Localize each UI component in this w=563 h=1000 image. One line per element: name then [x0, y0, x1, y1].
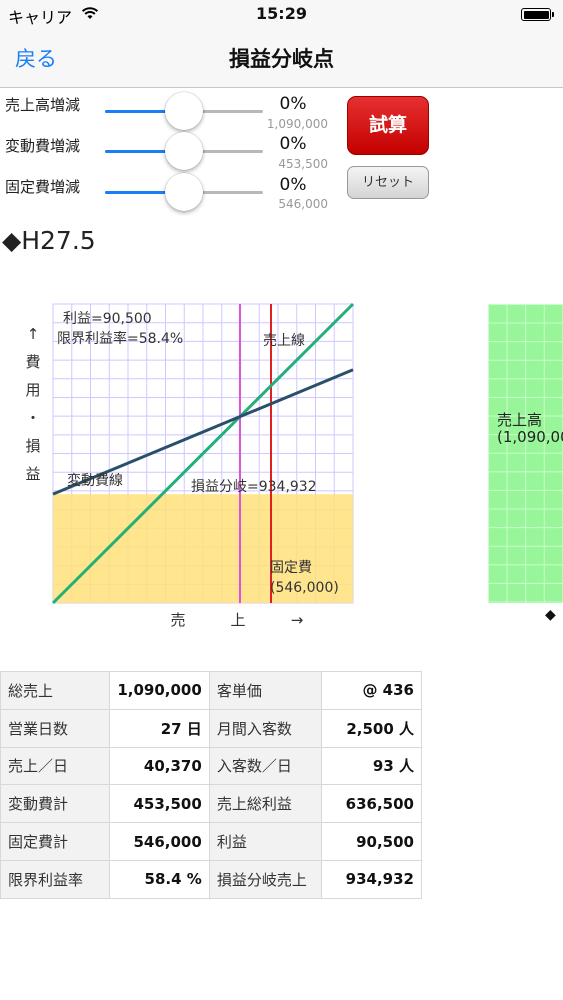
sales-change-label: 売上高増減: [5, 96, 81, 114]
stat-label: 総売上: [0, 671, 111, 710]
fixed-cost-value-label: (546,000): [270, 580, 339, 596]
calculate-button[interactable]: 試算: [347, 96, 429, 155]
side-panel-value: (1,090,000: [497, 428, 563, 446]
stat-label: 売上／日: [0, 746, 111, 786]
stat-value: 27 日: [109, 708, 210, 748]
table-row: 売上／日 40,370 入客数／日 93 人: [0, 746, 422, 786]
profit-label: 利益=90,500: [63, 311, 152, 327]
stat-value: 90,500: [321, 822, 422, 861]
side-panel-label: 売上高: [497, 411, 543, 429]
x-axis-label-part: 上: [230, 611, 245, 629]
x-axis-label-part: →: [291, 611, 304, 629]
stat-label: 変動費計: [0, 784, 111, 824]
variable-cost-change-label: 変動費増減: [5, 137, 81, 155]
reset-button[interactable]: リセット: [347, 166, 429, 199]
stat-value: 1,090,000: [109, 671, 210, 710]
stat-label: 限界利益率: [0, 859, 111, 899]
stat-value: 636,500: [321, 784, 422, 824]
stat-label: 損益分岐売上: [208, 859, 323, 899]
break-even-chart: 利益=90,500 限界利益率=58.4% 売上線変動費線 損益分岐=934,932 固…: [25, 302, 355, 629]
variable-cost-line-label: 変動費線: [67, 472, 123, 489]
fixed-cost-label: 固定費: [270, 560, 312, 576]
page-title: 損益分岐点: [229, 47, 334, 71]
stat-value: 2,500 人: [321, 708, 422, 748]
sales-base-value: 1,090,000: [266, 117, 328, 131]
table-row: 営業日数 27 日月間入客数 2,500 人: [0, 708, 422, 748]
variable-cost-change-percent: 0%: [279, 134, 307, 154]
variable-cost-base-value: 453,500: [278, 157, 328, 171]
variable-cost-change-slider-knob[interactable]: [165, 132, 203, 170]
y-axis-label-char: 益: [25, 465, 40, 483]
x-axis-label-part: 売: [170, 611, 185, 629]
break-even-label: 損益分岐=934,932: [191, 479, 317, 495]
stat-value: 546,000: [109, 822, 210, 861]
y-axis-label-char: 損: [25, 437, 40, 455]
stat-label: 売上総利益: [208, 784, 323, 824]
status-bar: キャリア 15:29: [0, 0, 563, 30]
stat-value: 934,932: [321, 859, 422, 899]
fixed-cost-change-slider-knob[interactable]: [165, 173, 203, 211]
stat-label: 営業日数: [0, 708, 111, 748]
marginal-profit-rate-label: 限界利益率=58.4%: [57, 330, 183, 347]
table-row: 固定費計 546,000 利益 90,500: [0, 822, 422, 861]
y-axis-label-char: 費: [25, 353, 40, 371]
sales-change-percent: 0%: [279, 94, 307, 114]
stat-label: 利益: [208, 822, 323, 861]
table-row: 限界利益率 58.4 % 損益分岐売上 934,932: [0, 859, 422, 899]
sales-change-slider-knob[interactable]: [165, 92, 203, 130]
status-time: 15:29: [256, 4, 307, 23]
stat-value: 40,370: [109, 746, 210, 786]
y-axis-label-char: ↑: [27, 325, 40, 343]
fixed-cost-base-value: 546,000: [278, 197, 328, 211]
stat-label: 客単価: [208, 671, 323, 710]
sales-line-label: 売上線: [263, 333, 305, 349]
table-row: 総売上 1,090,000 客単価 @ 436: [0, 671, 422, 710]
y-axis-label-char: ・: [25, 409, 40, 427]
stat-value: 93 人: [321, 746, 422, 786]
page-indicator-icon: ◆: [545, 607, 556, 623]
stat-value: 453,500: [109, 784, 210, 824]
navigation-bar: 戻る 損益分岐点: [0, 30, 563, 88]
stat-value: 58.4 %: [109, 859, 210, 899]
section-title: ◆H27.5: [2, 226, 96, 255]
stat-value: @ 436: [321, 671, 422, 710]
stat-label: 固定費計: [0, 822, 111, 861]
stat-label: 月間入客数: [208, 708, 323, 748]
summary-table: 総売上 1,090,000 客単価 @ 436 営業日数 27 日月間入客数 2,500 人…: [0, 671, 422, 899]
y-axis-label-char: 用: [25, 381, 40, 399]
sales-bar-panel[interactable]: [488, 304, 563, 603]
battery-icon: [521, 8, 554, 21]
fixed-cost-change-label: 固定費増減: [5, 178, 81, 196]
fixed-cost-change-percent: 0%: [279, 175, 307, 195]
table-row: 変動費計 453,500 売上総利益 636,500: [0, 784, 422, 824]
stat-label: 入客数／日: [208, 746, 323, 786]
